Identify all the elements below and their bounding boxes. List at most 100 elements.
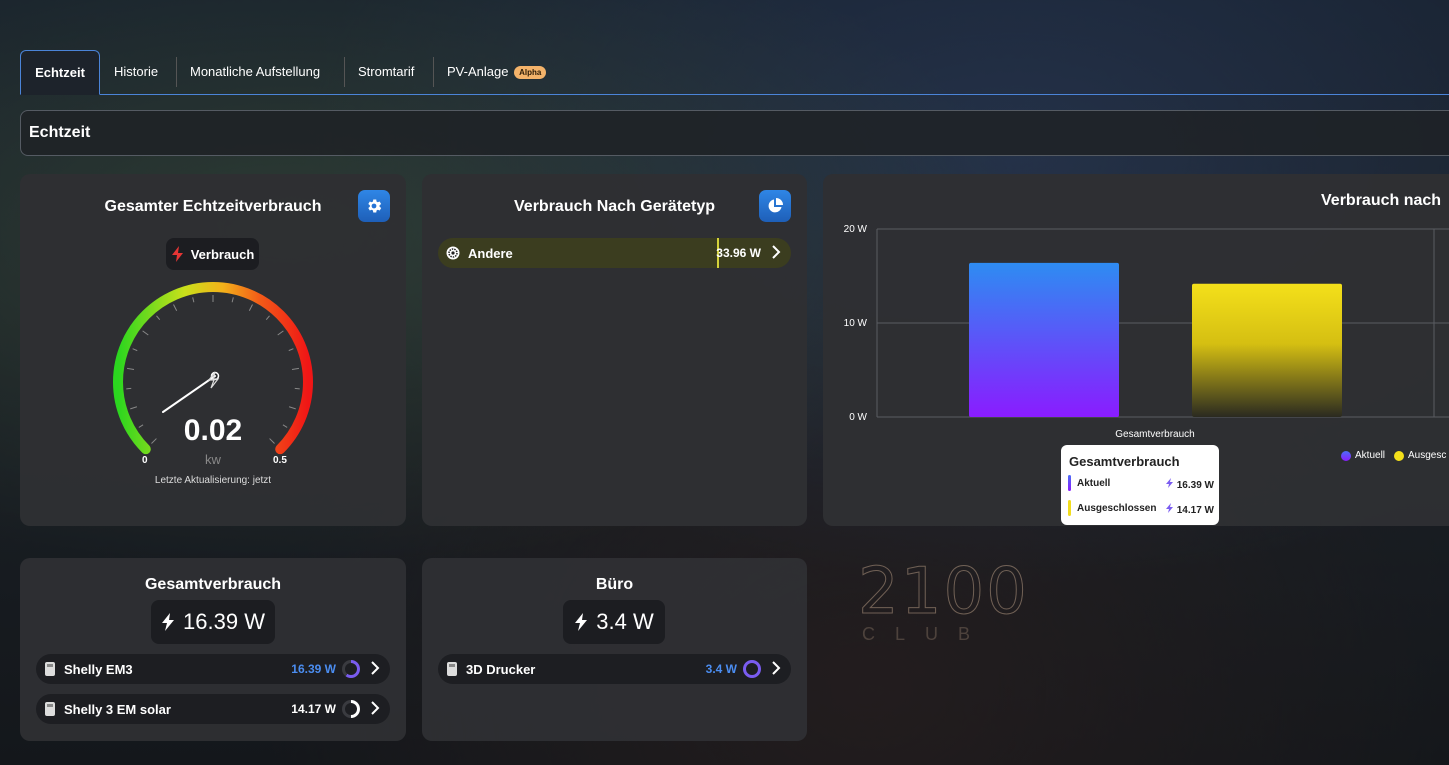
tooltip-value-text: 16.39 W bbox=[1176, 480, 1214, 491]
gauge-min: 0 bbox=[142, 455, 148, 466]
card-title: Büro bbox=[595, 576, 634, 593]
total-value: 16.39 W bbox=[183, 609, 265, 634]
tooltip-row-value: 16.39 W bbox=[1165, 478, 1214, 491]
tooltip-row-name: Ausgeschlossen bbox=[1077, 503, 1157, 514]
row-label: Andere bbox=[468, 245, 513, 261]
gauge-tick bbox=[265, 315, 270, 320]
row-value: 3.4 W bbox=[705, 662, 737, 676]
device-row[interactable]: 3D Drucker 3.4 W bbox=[438, 654, 791, 684]
card-title: Gesamtverbrauch bbox=[144, 576, 282, 593]
lightning-icon bbox=[1165, 478, 1173, 488]
background-sign-sub: CLUB bbox=[862, 624, 991, 644]
tab-label: Echtzeit bbox=[35, 65, 85, 80]
gauge-tick bbox=[142, 330, 149, 336]
gauge-tick bbox=[192, 297, 195, 303]
gauge-tick bbox=[288, 406, 296, 410]
alpha-badge: Alpha bbox=[514, 66, 547, 80]
chevron-right-icon bbox=[772, 661, 781, 675]
chart-tooltip: Gesamtverbrauch Aktuell 16.39 W Ausgesch… bbox=[1061, 445, 1219, 525]
total-value-chip: 16.39 W bbox=[151, 600, 275, 644]
device-row[interactable]: Shelly 3 EM solar 14.17 W bbox=[36, 694, 390, 724]
lightning-icon bbox=[162, 613, 175, 631]
legend-label: Ausgesc bbox=[1408, 450, 1447, 461]
tab-label: Monatliche Aufstellung bbox=[190, 64, 321, 79]
gauge-tick bbox=[126, 367, 135, 370]
legend-ausgeschlossen[interactable]: Ausgesc bbox=[1394, 450, 1446, 461]
x-category-label: Gesamtverbrauch bbox=[1115, 429, 1194, 440]
gauge-tick bbox=[132, 348, 138, 352]
legend-dot bbox=[1341, 450, 1351, 461]
tab-echtzeit[interactable]: Echtzeit bbox=[20, 50, 100, 95]
device-type-card: Verbrauch Nach Gerätetyp Andere 33.96 W bbox=[422, 174, 807, 526]
tab-stromtarif[interactable]: Stromtarif bbox=[358, 50, 414, 93]
tooltip-swatch bbox=[1068, 500, 1071, 516]
y-tick-label: 0 W bbox=[849, 412, 867, 423]
chart-ticks: 0 W 10 W 20 W bbox=[844, 224, 868, 423]
tab-divider bbox=[176, 57, 177, 87]
settings-button[interactable] bbox=[358, 190, 390, 222]
card-title: Gesamter Echtzeitverbrauch bbox=[104, 198, 322, 215]
row-value: 14.17 W bbox=[291, 702, 336, 716]
gauge-tick bbox=[173, 304, 178, 311]
gauge-tick bbox=[156, 315, 161, 320]
tab-label: Historie bbox=[114, 64, 159, 79]
legend-aktuell[interactable]: Aktuell bbox=[1341, 450, 1385, 461]
gear-icon bbox=[446, 246, 460, 260]
lightning-icon bbox=[575, 613, 588, 631]
gauge-unit: kw bbox=[205, 452, 221, 467]
row-label: Shelly 3 EM solar bbox=[64, 701, 171, 717]
usage-ring bbox=[342, 660, 360, 678]
office-card: Büro 3.4 W 3D Drucker 3.4 W bbox=[422, 558, 807, 741]
row-value: 33.96 W bbox=[716, 246, 761, 260]
lightning-icon bbox=[207, 371, 220, 389]
row-label: Shelly EM3 bbox=[64, 661, 133, 677]
meter-icon bbox=[447, 662, 457, 676]
tab-divider bbox=[433, 57, 434, 87]
tab-divider bbox=[344, 57, 345, 87]
tab-historie[interactable]: Historie bbox=[114, 50, 158, 93]
pie-chart-button[interactable] bbox=[759, 190, 791, 222]
device-row[interactable]: Shelly EM3 16.39 W bbox=[36, 654, 390, 684]
meter-icon bbox=[45, 662, 55, 676]
tab-bar: Echtzeit Historie Monatliche Aufstellung… bbox=[20, 50, 1449, 95]
pie-chart-icon bbox=[768, 198, 783, 213]
gauge-tick bbox=[291, 367, 300, 370]
gear-icon bbox=[368, 199, 382, 213]
bar-aktuell[interactable] bbox=[969, 262, 1119, 417]
tooltip-title: Gesamtverbrauch bbox=[1069, 454, 1180, 469]
y-tick-label: 20 W bbox=[844, 224, 868, 235]
section-header: Echtzeit bbox=[20, 110, 1449, 156]
device-row-andere[interactable]: Andere 33.96 W bbox=[438, 238, 791, 268]
total-consumption-card: Gesamtverbrauch 16.39 W Shelly EM3 16.39 … bbox=[20, 558, 406, 741]
gauge-tick bbox=[130, 406, 138, 410]
office-value: 3.4 W bbox=[596, 609, 654, 634]
row-value: 16.39 W bbox=[291, 662, 336, 676]
gauge-tick bbox=[231, 297, 234, 303]
meter-icon bbox=[45, 702, 55, 716]
tooltip-swatch bbox=[1068, 475, 1071, 491]
tab-label: Stromtarif bbox=[358, 64, 415, 79]
lightning-icon bbox=[1165, 503, 1173, 513]
bar-ausgeschlossen[interactable] bbox=[1192, 283, 1342, 417]
y-tick-label: 10 W bbox=[844, 318, 868, 329]
gauge-tick bbox=[248, 304, 253, 311]
office-value-chip: 3.4 W bbox=[563, 600, 665, 644]
tab-pv-anlage[interactable]: PV-Anlage Alpha bbox=[447, 50, 547, 93]
tooltip-row: Ausgeschlossen 14.17 W bbox=[1068, 500, 1214, 517]
gauge-tick bbox=[277, 330, 284, 336]
background-sign: 2100 bbox=[858, 555, 1029, 630]
gauge-max: 0.5 bbox=[273, 455, 287, 466]
card-title: Verbrauch Nach Gerätetyp bbox=[514, 198, 715, 215]
legend-label: Aktuell bbox=[1355, 450, 1386, 461]
consumption-chip[interactable]: Verbrauch bbox=[166, 238, 259, 270]
tooltip-row-value: 14.17 W bbox=[1165, 503, 1214, 516]
tab-monatliche-aufstellung[interactable]: Monatliche Aufstellung bbox=[190, 50, 320, 93]
tab-label: PV-Anlage bbox=[447, 64, 509, 79]
gauge-value: 0.02 bbox=[183, 414, 243, 447]
chart-grid bbox=[876, 228, 1449, 418]
chevron-right-icon bbox=[371, 701, 380, 715]
chevron-right-icon bbox=[772, 245, 781, 259]
tooltip-row-name: Aktuell bbox=[1077, 478, 1111, 489]
section-title: Echtzeit bbox=[29, 124, 91, 141]
tooltip-value-text: 14.17 W bbox=[1176, 505, 1214, 516]
